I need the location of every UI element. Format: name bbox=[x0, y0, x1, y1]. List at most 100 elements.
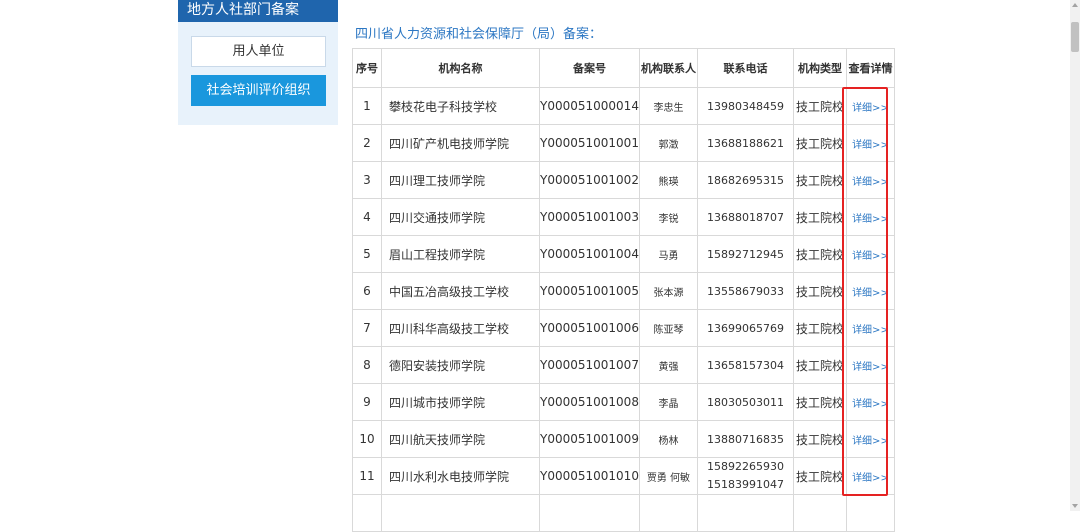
table-row: 5 眉山工程技师学院 Y000051001004 马勇 15892712945 … bbox=[352, 235, 895, 273]
row-contact: 李忠生 bbox=[638, 87, 698, 125]
row-code: Y000051001005 bbox=[539, 272, 640, 310]
row-contact: 熊瑛 bbox=[638, 161, 698, 199]
sidebar: 地方人社部门备案 用人单位 社会培训评价组织 bbox=[178, 0, 338, 125]
scroll-down-arrow-icon[interactable] bbox=[1072, 504, 1078, 508]
row-detail-cell: 详细>> bbox=[845, 309, 895, 347]
detail-link[interactable]: 详细>> bbox=[852, 103, 889, 114]
table-row: 2 四川矿产机电技师学院 Y000051001001 郭澂 1368818862… bbox=[352, 124, 895, 162]
row-phone-secondary: 15183991047 bbox=[706, 478, 784, 491]
scroll-up-arrow-icon[interactable] bbox=[1072, 3, 1078, 7]
detail-link[interactable]: 详细>> bbox=[852, 140, 889, 151]
row-code: Y000051001001 bbox=[539, 124, 640, 162]
row-contact: 杨林 bbox=[638, 420, 698, 458]
detail-link[interactable]: 详细>> bbox=[852, 362, 889, 373]
row-contact: 郭澂 bbox=[638, 124, 698, 162]
row-phone-cell: 15892265930 15183991047 bbox=[696, 457, 794, 495]
row-no: 9 bbox=[352, 383, 382, 421]
table-row: 1 攀枝花电子科技学校 Y000051000014 李忠生 1398034845… bbox=[352, 87, 895, 125]
row-phone: 13688018707 bbox=[696, 198, 794, 236]
row-no: 1 bbox=[352, 87, 382, 125]
row-phone: 13980348459 bbox=[696, 87, 794, 125]
detail-link[interactable]: 详细>> bbox=[852, 214, 889, 225]
sidebar-title: 地方人社部门备案 bbox=[178, 0, 338, 22]
row-contact: 贾勇 何敏 bbox=[638, 457, 698, 495]
row-code: Y000051001006 bbox=[539, 309, 640, 347]
row-contact: 马勇 bbox=[638, 235, 698, 273]
row-type: 技工院校 bbox=[792, 309, 847, 347]
employer-button[interactable]: 用人单位 bbox=[191, 36, 326, 67]
row-detail-cell: 详细>> bbox=[845, 87, 895, 125]
detail-link[interactable]: 详细>> bbox=[852, 436, 889, 447]
row-code: Y000051000014 bbox=[539, 87, 640, 125]
header-no: 序号 bbox=[352, 48, 382, 88]
row-detail-cell: 详细>> bbox=[845, 161, 895, 199]
header-detail: 查看详情 bbox=[845, 48, 895, 88]
row-phone: 13658157304 bbox=[696, 346, 794, 384]
row-contact: 陈亚琴 bbox=[638, 309, 698, 347]
row-phone: 15892712945 bbox=[696, 235, 794, 273]
row-contact: 黄强 bbox=[638, 346, 698, 384]
row-code: Y000051001007 bbox=[539, 346, 640, 384]
row-detail-cell: 详细>> bbox=[845, 383, 895, 421]
row-contact: 李锐 bbox=[638, 198, 698, 236]
row-detail-cell: 详细>> bbox=[845, 457, 895, 495]
header-code: 备案号 bbox=[539, 48, 640, 88]
row-no: 6 bbox=[352, 272, 382, 310]
row-phone: 18682695315 bbox=[696, 161, 794, 199]
row-org-name: 四川城市技师学院 bbox=[381, 383, 540, 421]
registry-table: 序号 机构名称 备案号 机构联系人 联系电话 机构类型 查看详情 1 攀枝花电子… bbox=[352, 48, 895, 532]
row-type: 技工院校 bbox=[792, 272, 847, 310]
row-org-name: 四川航天技师学院 bbox=[381, 420, 540, 458]
row-phone: 18030503011 bbox=[696, 383, 794, 421]
row-phone: 13699065769 bbox=[696, 309, 794, 347]
row-type: 技工院校 bbox=[792, 346, 847, 384]
row-code: Y000051001008 bbox=[539, 383, 640, 421]
detail-link[interactable]: 详细>> bbox=[852, 177, 889, 188]
row-org-name: 中国五冶高级技工学校 bbox=[381, 272, 540, 310]
detail-link[interactable]: 详细>> bbox=[852, 288, 889, 299]
row-org-name: 眉山工程技师学院 bbox=[381, 235, 540, 273]
row-code: Y000051001003 bbox=[539, 198, 640, 236]
table-row: 3 四川理工技师学院 Y000051001002 熊瑛 18682695315 … bbox=[352, 161, 895, 199]
row-no: 2 bbox=[352, 124, 382, 162]
row-org-name: 四川交通技师学院 bbox=[381, 198, 540, 236]
row-detail-cell: 详细>> bbox=[845, 346, 895, 384]
row-contact: 李晶 bbox=[638, 383, 698, 421]
scroll-thumb[interactable] bbox=[1071, 22, 1079, 52]
training-org-button[interactable]: 社会培训评价组织 bbox=[191, 75, 326, 106]
row-phone: 13688188621 bbox=[696, 124, 794, 162]
row-code: Y000051001002 bbox=[539, 161, 640, 199]
detail-link[interactable]: 详细>> bbox=[852, 325, 889, 336]
row-type: 技工院校 bbox=[792, 124, 847, 162]
detail-link[interactable]: 详细>> bbox=[852, 473, 889, 484]
row-detail-cell: 详细>> bbox=[845, 198, 895, 236]
row-phone: 15892265930 bbox=[706, 460, 784, 473]
row-type: 技工院校 bbox=[792, 383, 847, 421]
table-row: 11 四川水利水电技师学院 Y000051001010 贾勇 何敏 158922… bbox=[352, 457, 895, 495]
detail-link[interactable]: 详细>> bbox=[852, 399, 889, 410]
row-no: 11 bbox=[352, 457, 382, 495]
row-detail-cell: 详细>> bbox=[845, 420, 895, 458]
row-org-name: 四川理工技师学院 bbox=[381, 161, 540, 199]
table-row: 10 四川航天技师学院 Y000051001009 杨林 13880716835… bbox=[352, 420, 895, 458]
header-type: 机构类型 bbox=[792, 48, 847, 88]
row-no: 7 bbox=[352, 309, 382, 347]
scrollbar[interactable] bbox=[1070, 0, 1080, 511]
page-heading: 四川省人力资源和社会保障厅（局）备案： bbox=[355, 27, 603, 42]
detail-link[interactable]: 详细>> bbox=[852, 251, 889, 262]
row-code: Y000051001010 bbox=[539, 457, 640, 495]
row-type: 技工院校 bbox=[792, 161, 847, 199]
table-row: 8 德阳安装技师学院 Y000051001007 黄强 13658157304 … bbox=[352, 346, 895, 384]
row-detail-cell: 详细>> bbox=[845, 124, 895, 162]
table-header-row: 序号 机构名称 备案号 机构联系人 联系电话 机构类型 查看详情 bbox=[352, 48, 895, 88]
table-row: 7 四川科华高级技工学校 Y000051001006 陈亚琴 136990657… bbox=[352, 309, 895, 347]
row-type: 技工院校 bbox=[792, 87, 847, 125]
row-type: 技工院校 bbox=[792, 235, 847, 273]
row-no: 5 bbox=[352, 235, 382, 273]
header-contact: 机构联系人 bbox=[638, 48, 698, 88]
row-no: 10 bbox=[352, 420, 382, 458]
row-code: Y000051001004 bbox=[539, 235, 640, 273]
row-detail-cell: 详细>> bbox=[845, 235, 895, 273]
header-phone: 联系电话 bbox=[696, 48, 794, 88]
row-type: 技工院校 bbox=[792, 457, 847, 495]
